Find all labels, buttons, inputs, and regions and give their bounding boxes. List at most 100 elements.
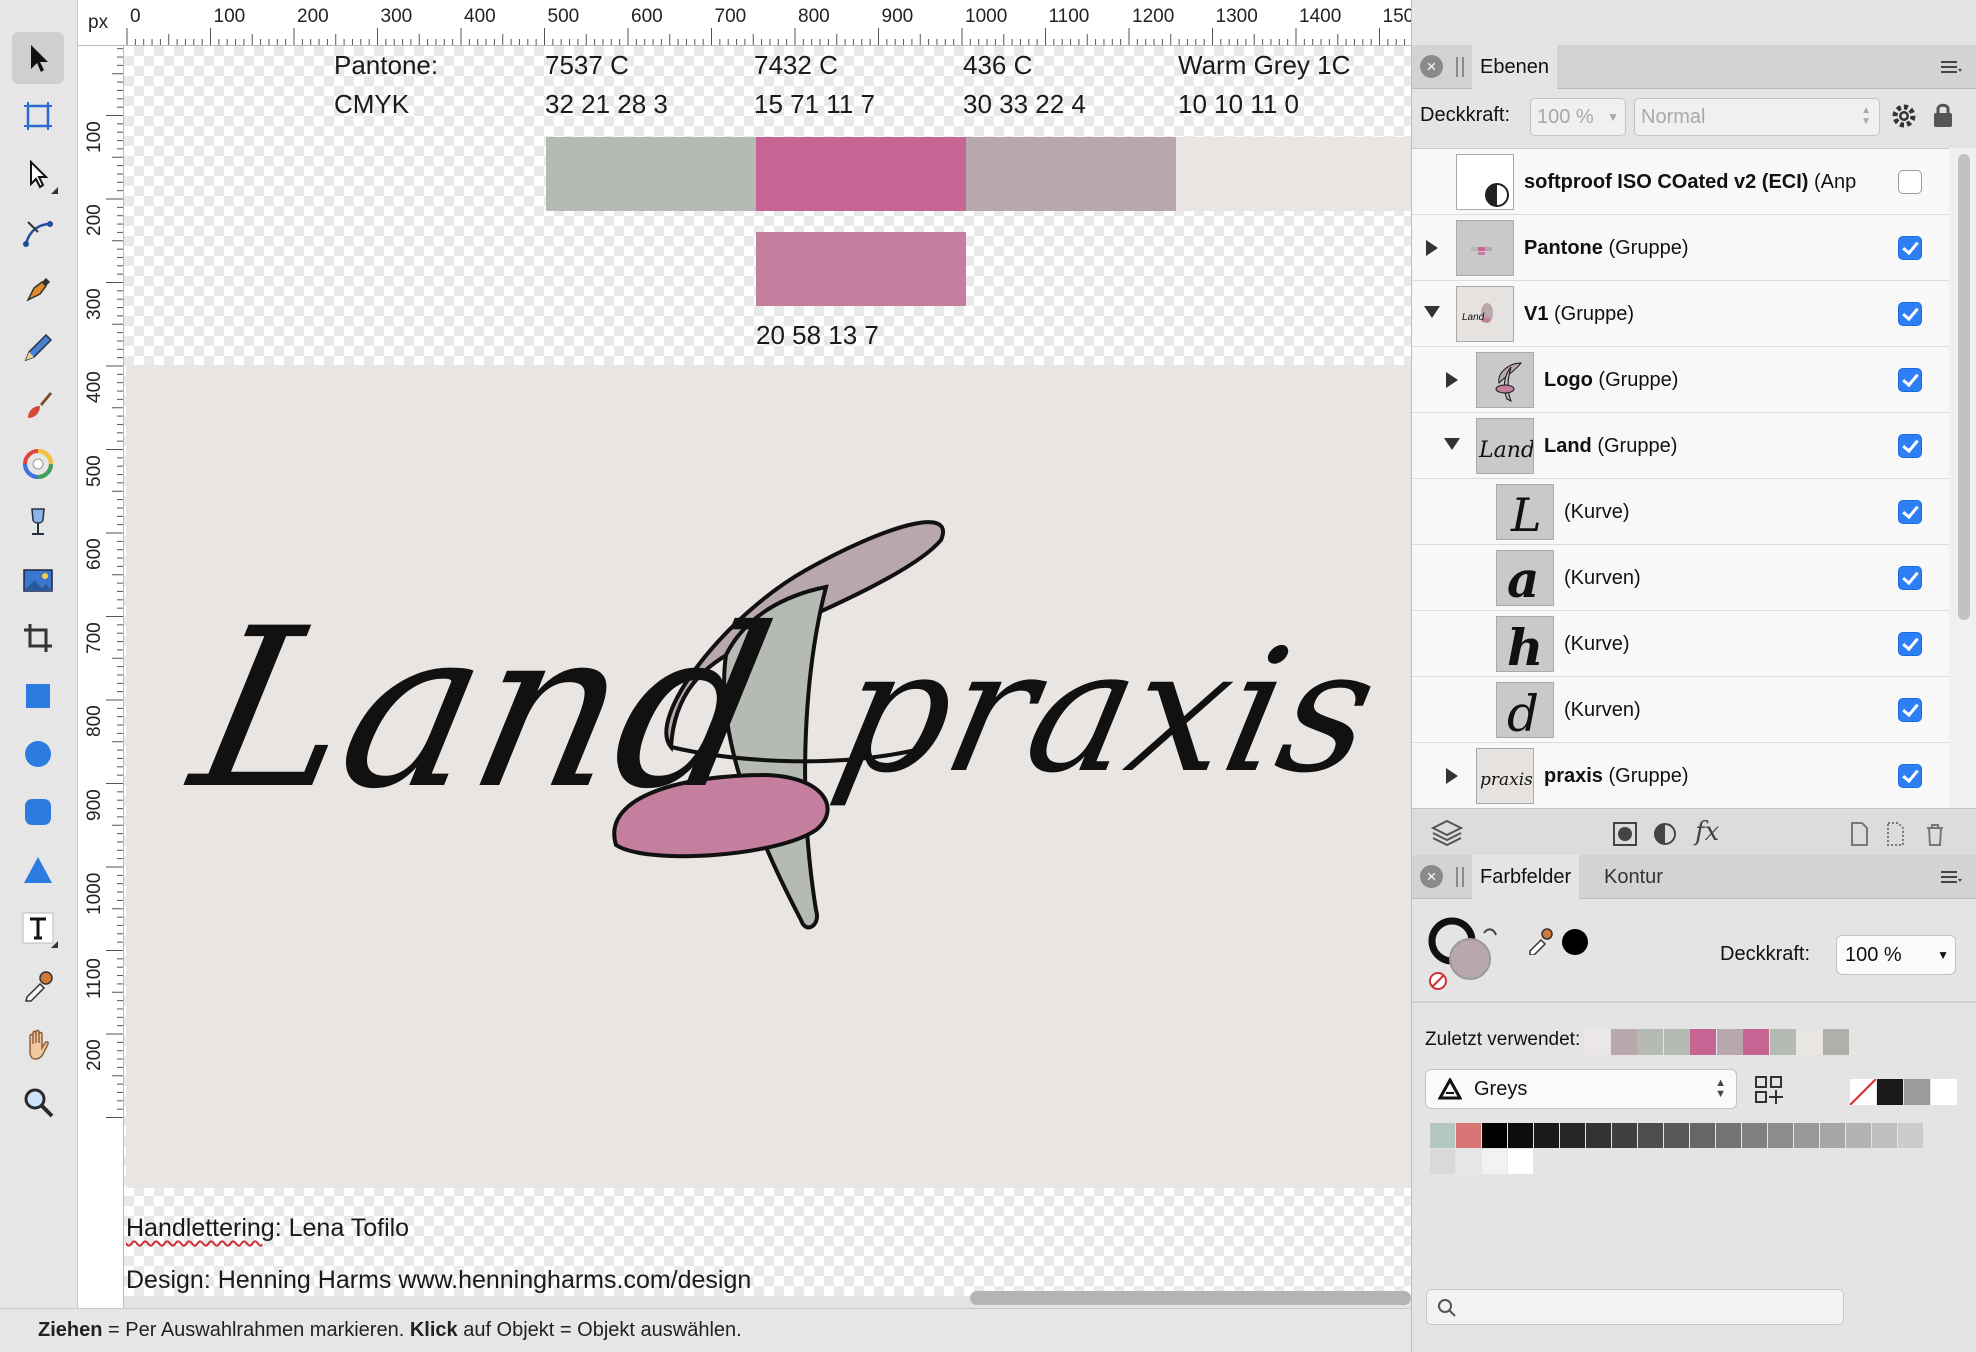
palette-color-swatch[interactable] xyxy=(1508,1149,1533,1174)
palette-color-swatch[interactable] xyxy=(1638,1123,1663,1148)
layer-row[interactable]: praxis praxis (Gruppe) xyxy=(1412,743,1949,808)
rectangle-tool[interactable] xyxy=(12,670,64,722)
close-icon[interactable]: × xyxy=(1420,865,1443,888)
recent-color-swatch[interactable] xyxy=(1690,1029,1716,1055)
recent-color-swatch[interactable] xyxy=(1610,1029,1637,1055)
layer-visibility-checkbox[interactable] xyxy=(1898,236,1922,260)
recent-color-swatch[interactable] xyxy=(1637,1029,1663,1055)
palette-color-swatch[interactable] xyxy=(1534,1123,1559,1148)
color-swatch[interactable] xyxy=(1176,137,1411,211)
lock-icon[interactable] xyxy=(1930,100,1956,130)
palette-color-swatch[interactable] xyxy=(1768,1123,1793,1148)
palette-color-swatch[interactable] xyxy=(1872,1123,1897,1148)
horizontal-ruler[interactable]: px 0 100 200 300 400 500 600 700 800 900 1000 1100 1… xyxy=(78,0,1411,46)
palette-color-swatch[interactable] xyxy=(1742,1123,1767,1148)
palette-color-swatch[interactable] xyxy=(1456,1123,1481,1148)
layer-visibility-checkbox[interactable] xyxy=(1898,302,1922,326)
text-tool[interactable] xyxy=(12,902,64,954)
palette-color-swatch[interactable] xyxy=(1560,1123,1585,1148)
layer-row[interactable]: d (Kurven) xyxy=(1412,677,1949,743)
color-swatch[interactable] xyxy=(546,137,756,211)
recent-color-swatch[interactable] xyxy=(1743,1029,1769,1055)
trash-icon[interactable] xyxy=(1922,821,1948,847)
palette-color-swatch[interactable] xyxy=(1430,1149,1455,1174)
artboard-tool[interactable] xyxy=(12,90,64,142)
tab-swatches[interactable]: Farbfelder xyxy=(1472,855,1580,899)
close-icon[interactable]: × xyxy=(1420,55,1443,78)
pen-tool[interactable] xyxy=(12,264,64,316)
layer-row[interactable]: Pantone (Gruppe) xyxy=(1412,215,1949,281)
palette-color-swatch[interactable] xyxy=(1794,1123,1819,1148)
swatch-opacity-field[interactable]: 100 % ▼ xyxy=(1836,935,1956,975)
view-tool[interactable] xyxy=(12,1018,64,1070)
layer-row[interactable]: Logo (Gruppe) xyxy=(1412,347,1949,413)
panel-menu-icon[interactable] xyxy=(1939,869,1963,885)
palette-color-swatch[interactable] xyxy=(1482,1123,1507,1148)
contour-tool[interactable] xyxy=(12,206,64,258)
expand-triangle-icon[interactable] xyxy=(1426,240,1438,256)
recent-color-swatch[interactable] xyxy=(1663,1029,1690,1055)
color-picker-tool[interactable] xyxy=(12,960,64,1012)
palette-color-swatch[interactable] xyxy=(1586,1123,1611,1148)
vertical-ruler[interactable]: 100 200 300 400 500 600 700 800 900 1000 1100 200 xyxy=(78,46,124,1308)
palette-select[interactable]: Greys ▲ ▼ xyxy=(1425,1069,1737,1109)
palette-color-swatch[interactable] xyxy=(1456,1149,1481,1174)
collapse-triangle-icon[interactable] xyxy=(1424,306,1440,318)
crop-tool[interactable] xyxy=(12,612,64,664)
swatch-search-input[interactable] xyxy=(1426,1289,1844,1325)
document-canvas[interactable]: Pantone: CMYK 7537 C 7432 C 436 C Warm G… xyxy=(124,46,1411,1296)
layer-row[interactable]: L (Kurve) xyxy=(1412,479,1949,545)
palette-color-swatch[interactable] xyxy=(1508,1123,1533,1148)
place-image-tool[interactable] xyxy=(12,554,64,606)
layer-visibility-checkbox[interactable] xyxy=(1898,170,1922,194)
fx-icon[interactable]: fx xyxy=(1695,817,1719,847)
collapse-triangle-icon[interactable] xyxy=(1444,438,1460,450)
palette-color-swatch[interactable] xyxy=(1716,1123,1741,1148)
layer-visibility-checkbox[interactable] xyxy=(1898,368,1922,392)
vector-brush-tool[interactable] xyxy=(12,380,64,432)
landpraxis-logo[interactable]: Land praxis xyxy=(126,365,1411,1188)
zoom-tool[interactable] xyxy=(12,1076,64,1128)
layer-visibility-checkbox[interactable] xyxy=(1898,500,1922,524)
ellipse-tool[interactable] xyxy=(12,728,64,780)
layer-visibility-checkbox[interactable] xyxy=(1898,764,1922,788)
no-color-icon[interactable] xyxy=(1850,1079,1876,1105)
adjustment-layer-icon[interactable] xyxy=(1652,821,1678,847)
color-swatch[interactable] xyxy=(966,137,1176,211)
layer-row[interactable]: Land Land (Gruppe) xyxy=(1412,413,1949,479)
gear-icon[interactable] xyxy=(1890,102,1918,130)
layer-row[interactable]: a (Kurven) xyxy=(1412,545,1949,611)
expand-triangle-icon[interactable] xyxy=(1446,372,1458,388)
layer-visibility-checkbox[interactable] xyxy=(1898,566,1922,590)
palette-color-swatch[interactable] xyxy=(1690,1123,1715,1148)
expand-triangle-icon[interactable] xyxy=(1446,768,1458,784)
layers-scrollbar[interactable] xyxy=(1949,148,1976,808)
black-swatch[interactable] xyxy=(1877,1079,1903,1105)
layer-visibility-checkbox[interactable] xyxy=(1898,632,1922,656)
palette-color-swatch[interactable] xyxy=(1482,1149,1507,1174)
grey-swatch[interactable] xyxy=(1904,1079,1930,1105)
palette-color-swatch[interactable] xyxy=(1612,1123,1637,1148)
layers-list[interactable]: softproof ISO COated v2 (ECI) (Anp Panto… xyxy=(1412,148,1976,808)
layer-opacity-field[interactable]: 100 % ▼ xyxy=(1530,98,1626,136)
move-tool[interactable] xyxy=(12,32,64,84)
recent-color-swatch[interactable] xyxy=(1769,1029,1796,1055)
rounded-rectangle-tool[interactable] xyxy=(12,786,64,838)
picked-color-dot[interactable] xyxy=(1562,929,1588,955)
blend-mode-select[interactable]: Normal ▲ ▼ xyxy=(1634,98,1880,136)
triangle-tool[interactable] xyxy=(12,844,64,896)
palette-color-swatch[interactable] xyxy=(1430,1123,1455,1148)
layer-row[interactable]: h (Kurve) xyxy=(1412,611,1949,677)
grip-icon[interactable] xyxy=(1456,57,1464,77)
fill-tool[interactable] xyxy=(12,438,64,490)
tab-stroke[interactable]: Kontur xyxy=(1596,855,1671,899)
new-pixel-layer-icon[interactable] xyxy=(1882,821,1908,847)
layer-row[interactable]: softproof ISO COated v2 (ECI) (Anp xyxy=(1412,149,1949,215)
panel-menu-icon[interactable] xyxy=(1939,59,1963,75)
tab-layers[interactable]: Ebenen xyxy=(1472,45,1557,89)
node-tool[interactable] xyxy=(12,148,64,200)
add-swatch-grid-icon[interactable] xyxy=(1754,1075,1784,1105)
canvas-horizontal-scrollbar[interactable] xyxy=(970,1291,1411,1305)
layers-stack-icon[interactable] xyxy=(1430,818,1464,848)
fill-stroke-well[interactable] xyxy=(1426,913,1506,993)
